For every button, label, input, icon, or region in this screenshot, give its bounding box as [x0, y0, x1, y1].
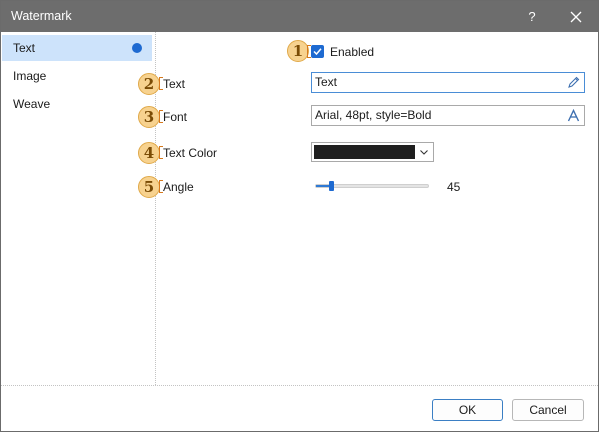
help-button[interactable]: ? [519, 1, 545, 32]
enabled-checkbox[interactable] [311, 45, 324, 58]
sidebar-item-text[interactable]: Text [2, 35, 152, 61]
font-input-value: Arial, 48pt, style=Bold [315, 108, 432, 122]
sidebar-item-label: Image [13, 69, 47, 83]
callout-badge-5: 5 [138, 176, 160, 198]
sidebar-item-weave[interactable]: Weave [2, 91, 152, 117]
sidebar-item-label: Text [13, 41, 36, 55]
font-input[interactable]: Arial, 48pt, style=Bold [311, 105, 585, 126]
callout-badge-2: 2 [138, 73, 160, 95]
callout-badge-3: 3 [138, 106, 160, 128]
close-button[interactable] [563, 1, 589, 32]
check-icon [313, 48, 322, 56]
angle-label: Angle [163, 180, 194, 194]
font-label: Font [163, 110, 188, 124]
ok-button[interactable]: OK [432, 399, 503, 421]
text-input-value: Text [315, 75, 338, 89]
text-input[interactable]: Text [311, 72, 585, 93]
callout-badge-1: 1 [287, 40, 309, 62]
color-swatch [314, 145, 415, 159]
footer-divider [1, 385, 598, 386]
font-a-icon[interactable] [567, 109, 580, 122]
close-icon [570, 11, 582, 22]
angle-slider-thumb[interactable] [329, 181, 334, 191]
watermark-dialog: Watermark ? Text Image Weave 1 Enabled 2… [0, 0, 599, 432]
sidebar-item-label: Weave [13, 97, 51, 111]
enabled-label: Enabled [330, 45, 375, 59]
callout-badge-4: 4 [138, 142, 160, 164]
text-color-label: Text Color [163, 146, 218, 160]
angle-value: 45 [447, 180, 461, 194]
pencil-icon[interactable] [567, 76, 580, 89]
sidebar: Text Image Weave [1, 32, 156, 385]
sidebar-item-image[interactable]: Image [2, 63, 152, 89]
window-title: Watermark [11, 9, 72, 23]
text-color-picker[interactable] [311, 142, 434, 162]
cancel-button[interactable]: Cancel [512, 399, 584, 421]
selected-dot-icon [132, 43, 142, 53]
text-label: Text [163, 77, 186, 91]
title-bar: Watermark ? [1, 1, 598, 32]
chevron-down-icon[interactable] [418, 146, 430, 158]
